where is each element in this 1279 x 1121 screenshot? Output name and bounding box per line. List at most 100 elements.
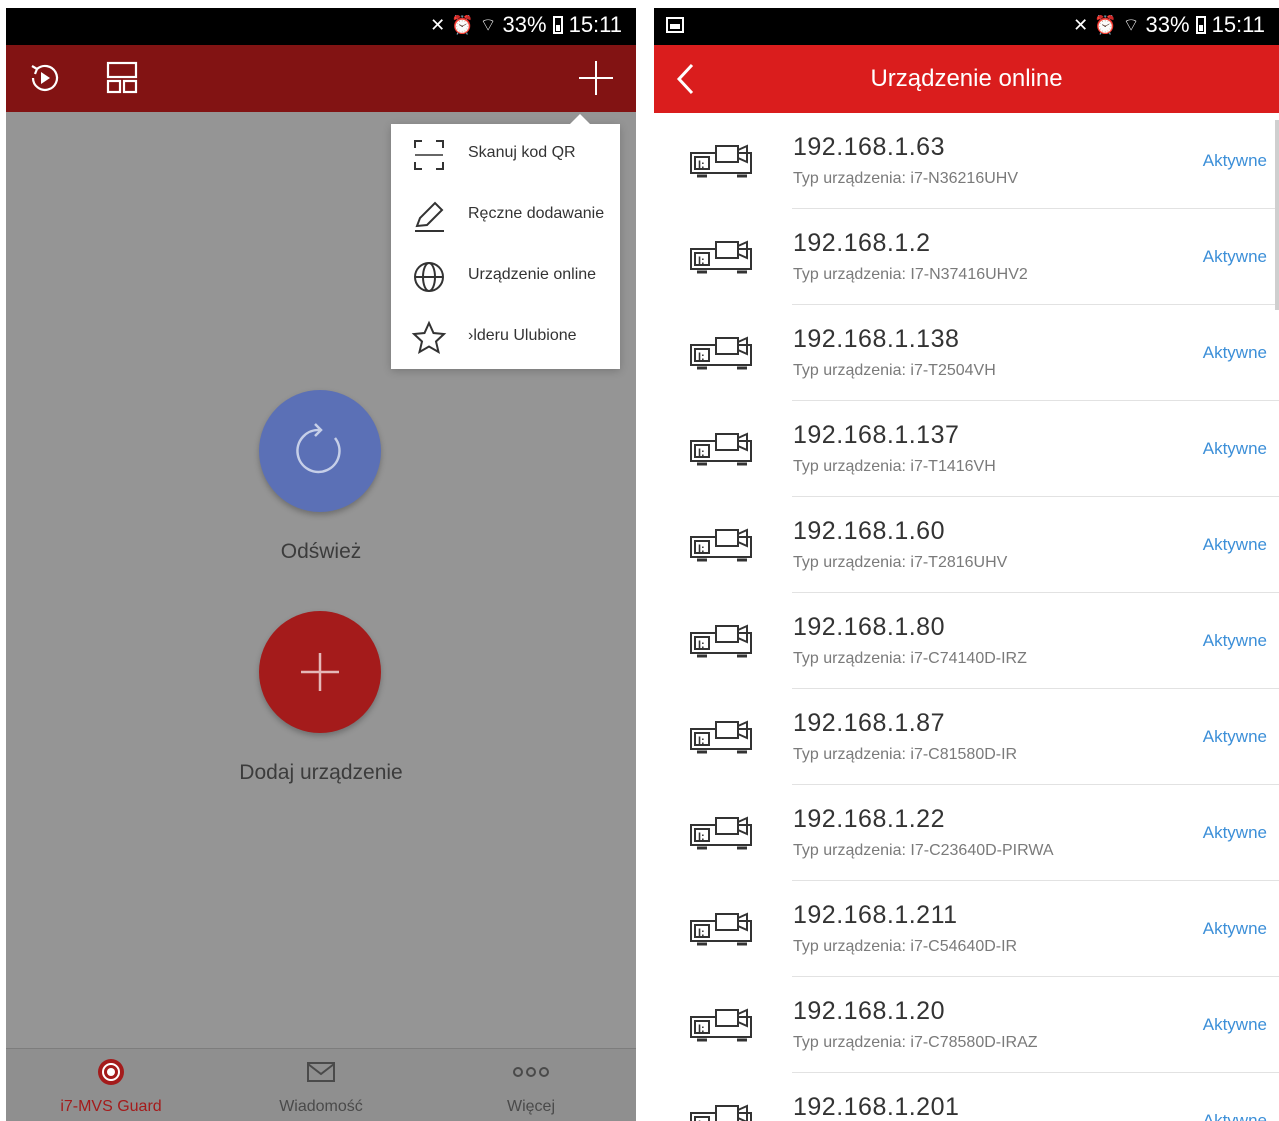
more-icon (513, 1067, 549, 1077)
pencil-icon (415, 201, 444, 232)
device-ip: 192.168.1.137 (793, 421, 960, 449)
device-status[interactable]: Aktywne (1203, 1111, 1267, 1121)
device-row[interactable]: I: 192.168.1.201 Aktywne (654, 1073, 1279, 1121)
layout-icon[interactable] (102, 58, 142, 98)
gallery-icon (666, 17, 684, 33)
menu-item-favorites[interactable]: ›lderu Ulubione (391, 307, 620, 368)
plus-icon (301, 653, 339, 691)
svg-text:I:: I: (698, 159, 705, 171)
svg-text:I:: I: (698, 927, 705, 939)
device-row[interactable]: I: 192.168.1.63 Typ urządzenia: i7-N36216U… (654, 113, 1279, 209)
device-row[interactable]: I: 192.168.1.22 Typ urządzenia: I7-C23640D… (654, 785, 1279, 881)
svg-text:I:: I: (698, 255, 705, 267)
wifi-signal-icon: ⌔ (1122, 14, 1140, 35)
top-toolbar: Urządzenie online (654, 45, 1279, 113)
device-row[interactable]: I: 192.168.1.137 Typ urządzenia: i7-T1416V… (654, 401, 1279, 497)
device-status[interactable]: Aktywne (1203, 151, 1267, 171)
bottom-nav: i7-MVS Guard Wiadomość Więcej (6, 1048, 636, 1121)
battery-percent: 33% (502, 12, 547, 37)
svg-text:I:: I: (698, 447, 705, 459)
refresh-icon (296, 423, 341, 474)
dvr-camera-icon: I: (689, 143, 759, 179)
svg-text:I:: I: (698, 1023, 705, 1035)
device-ip: 192.168.1.20 (793, 997, 945, 1025)
menu-item-scan-qr[interactable]: Skanuj kod QR (391, 124, 620, 185)
device-ip: 192.168.1.201 (793, 1093, 960, 1121)
add-device-button[interactable] (259, 611, 381, 733)
device-type: Typ urządzenia: i7-T2504VH (793, 362, 996, 379)
scrollbar[interactable] (1275, 120, 1279, 310)
device-ip: 192.168.1.63 (793, 133, 945, 161)
device-status[interactable]: Aktywne (1203, 343, 1267, 363)
device-row[interactable]: I: 192.168.1.60 Typ urządzenia: i7-T2816UH… (654, 497, 1279, 593)
mail-icon (307, 1062, 335, 1082)
add-device-label: Dodaj urządzenie (239, 761, 403, 784)
status-bar: ✕ ⏰ ⌔ 33% 15:11 (654, 8, 1279, 45)
clock: 15:11 (568, 12, 622, 37)
device-type: Typ urządzenia: I7-C23640D-PIRWA (793, 842, 1054, 859)
alarm-icon: ⏰ (451, 14, 474, 35)
svg-text:I:: I: (698, 831, 705, 843)
device-type: Typ urządzenia: i7-T2816UHV (793, 554, 1008, 571)
alarm-icon: ⏰ (1094, 14, 1117, 35)
dvr-camera-icon: I: (689, 623, 759, 659)
dvr-camera-icon: I: (689, 1007, 759, 1043)
device-ip: 192.168.1.2 (793, 229, 931, 257)
refresh-button[interactable] (259, 390, 381, 512)
menu-item-online-device[interactable]: Urządzenie online (391, 246, 620, 307)
svg-text:I:: I: (698, 351, 705, 363)
nav-messages[interactable]: Wiadomość (216, 1049, 426, 1121)
device-status[interactable]: Aktywne (1203, 919, 1267, 939)
device-status[interactable]: Aktywne (1203, 823, 1267, 843)
device-status[interactable]: Aktywne (1203, 727, 1267, 747)
device-ip: 192.168.1.22 (793, 805, 945, 833)
device-status[interactable]: Aktywne (1203, 631, 1267, 651)
device-type: Typ urządzenia: i7-C54640D-IR (793, 938, 1018, 955)
device-row[interactable]: I: 192.168.1.138 Typ urządzenia: i7-T2504V… (654, 305, 1279, 401)
dvr-camera-icon: I: (689, 527, 759, 563)
page-title: Urządzenie online (870, 65, 1063, 92)
nav-more[interactable]: Więcej (426, 1049, 636, 1121)
device-row[interactable]: I: 192.168.1.2 Typ urządzenia: I7-N37416UH… (654, 209, 1279, 305)
scan-qr-icon (414, 140, 444, 170)
guard-icon (98, 1059, 124, 1085)
menu-item-manual-add[interactable]: Ręczne dodawanie (391, 185, 620, 246)
device-type: Typ urządzenia: i7-C81580D-IR (793, 746, 1018, 763)
device-ip: 192.168.1.60 (793, 517, 945, 545)
device-type: Typ urządzenia: i7-C78580D-IRAZ (793, 1034, 1038, 1051)
mute-icon: ✕ (1073, 14, 1089, 35)
device-type: Typ urządzenia: I7-N37416UHV2 (793, 266, 1028, 283)
dvr-camera-icon: I: (689, 815, 759, 851)
dvr-camera-icon: I: (689, 719, 759, 755)
svg-text:I:: I: (698, 543, 705, 555)
device-status[interactable]: Aktywne (1203, 247, 1267, 267)
device-status[interactable]: Aktywne (1203, 535, 1267, 555)
device-row[interactable]: I: 192.168.1.87 Typ urządzenia: i7-C81580D… (654, 689, 1279, 785)
nav-guard-label: i7-MVS Guard (60, 1098, 162, 1115)
nav-guard[interactable]: i7-MVS Guard (6, 1049, 216, 1121)
device-row[interactable]: I: 192.168.1.211 Typ urządzenia: i7-C54640… (654, 881, 1279, 977)
add-device-menu: Skanuj kod QR Ręczne dodawanie Urządzeni… (391, 114, 620, 369)
device-status[interactable]: Aktywne (1203, 1015, 1267, 1035)
device-status[interactable]: Aktywne (1203, 439, 1267, 459)
add-icon[interactable] (576, 58, 616, 98)
menu-label-scan-qr: Skanuj kod QR (468, 144, 576, 161)
device-list-screen: ✕ ⏰ ⌔ 33% 15:11 Odśwież Dodaj urządzenie… (6, 8, 636, 1121)
device-row[interactable]: I: 192.168.1.80 Typ urządzenia: i7-C74140D… (654, 593, 1279, 689)
device-ip: 192.168.1.87 (793, 709, 945, 737)
device-row[interactable]: I: 192.168.1.20 Typ urządzenia: i7-C78580D… (654, 977, 1279, 1073)
wifi-signal-icon: ⌔ (479, 14, 497, 35)
device-ip: 192.168.1.211 (793, 901, 958, 929)
playback-icon[interactable] (24, 58, 64, 98)
svg-text:I:: I: (698, 735, 705, 747)
globe-icon (414, 262, 444, 292)
dvr-camera-icon: I: (689, 239, 759, 275)
device-ip: 192.168.1.138 (793, 325, 960, 353)
nav-messages-label: Wiadomość (279, 1098, 363, 1115)
battery-icon (552, 16, 563, 34)
clock: 15:11 (1211, 12, 1265, 37)
device-ip: 192.168.1.80 (793, 613, 945, 641)
refresh-label: Odśwież (280, 540, 362, 563)
online-devices-screen: ✕ ⏰ ⌔ 33% 15:11 Urządzenie online I: 192.… (654, 8, 1279, 1121)
battery-percent: 33% (1145, 12, 1190, 37)
